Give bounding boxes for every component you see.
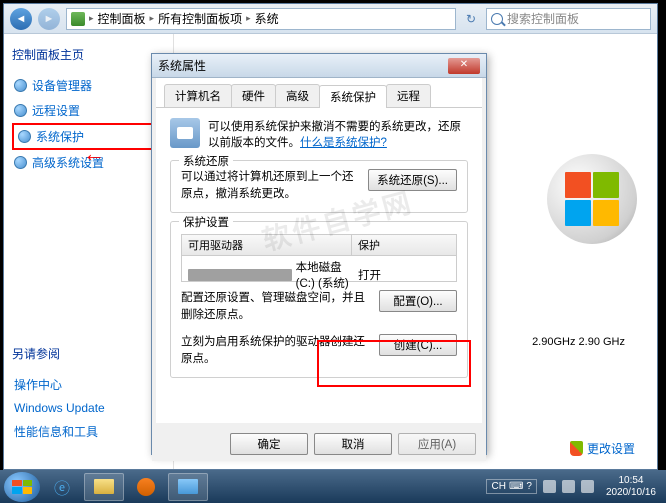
drive-row[interactable]: 本地磁盘 (C:) (系统) 打开 (182, 256, 456, 294)
what-is-link[interactable]: 什么是系统保护? (300, 137, 387, 149)
sidebar-item-device-manager[interactable]: 设备管理器 (12, 73, 165, 98)
sidebar-link-windows-update[interactable]: Windows Update (12, 397, 165, 419)
sidebar-label: Windows Update (14, 401, 105, 415)
drive-list[interactable]: 可用驱动器 保护 本地磁盘 (C:) (系统) 打开 (181, 234, 457, 282)
configure-text: 配置还原设置、管理磁盘空间，并且删除还原点。 (181, 290, 371, 325)
taskbar-explorer[interactable] (84, 473, 124, 501)
sidebar-link-action-center[interactable]: 操作中心 (12, 372, 165, 397)
cancel-button[interactable]: 取消 (314, 433, 392, 455)
sidebar-item-system-protection[interactable]: 系统保护 (12, 123, 165, 150)
keyboard-icon: ⌨ (509, 481, 523, 492)
breadcrumb[interactable]: ▸ 控制面板 ▸ 所有控制面板项 ▸ 系统 (66, 8, 456, 30)
sidebar-label: 远程设置 (32, 102, 80, 119)
create-button[interactable]: 创建(C)... (379, 334, 457, 356)
group-title: 保护设置 (179, 214, 233, 230)
time: 10:54 (606, 475, 656, 487)
col-protection: 保护 (352, 235, 386, 255)
tab-content: 可以使用系统保护来撤消不需要的系统更改，还原以前版本的文件。什么是系统保护? 系… (156, 108, 482, 423)
sidebar-label: 系统保护 (36, 128, 84, 145)
start-button[interactable] (4, 472, 40, 502)
app-icon (178, 479, 198, 494)
link-label: 更改设置 (587, 440, 635, 457)
search-placeholder: 搜索控制面板 (507, 10, 579, 27)
media-icon (137, 478, 155, 496)
shield-icon (570, 441, 583, 456)
shield-icon (14, 156, 27, 169)
apply-button[interactable]: 应用(A) (398, 433, 476, 455)
col-drive: 可用驱动器 (182, 235, 352, 255)
taskbar-media[interactable] (126, 473, 166, 501)
dialog-title: 系统属性 (158, 57, 206, 74)
ok-button[interactable]: 确定 (230, 433, 308, 455)
group-title: 系统还原 (179, 153, 233, 169)
sidebar-label: 性能信息和工具 (14, 423, 98, 440)
back-button[interactable]: ◄ (10, 8, 32, 30)
clock[interactable]: 10:54 2020/10/16 (600, 475, 662, 499)
forward-button[interactable]: ► (38, 8, 60, 30)
sidebar-item-advanced[interactable]: 高级系统设置 (12, 150, 165, 175)
tab-advanced[interactable]: 高级 (275, 84, 320, 107)
close-button[interactable]: ✕ (448, 58, 480, 74)
folder-icon (94, 479, 114, 494)
intro-text: 可以使用系统保护来撤消不需要的系统更改，还原以前版本的文件。什么是系统保护? (208, 118, 468, 150)
shield-icon (14, 79, 27, 92)
dialog-buttons: 确定 取消 应用(A) (152, 427, 486, 461)
chevron-right-icon: ▸ (89, 13, 94, 24)
taskbar: ⓔ CH ⌨? 10:54 2020/10/16 (0, 470, 666, 503)
titlebar: ◄ ► ▸ 控制面板 ▸ 所有控制面板项 ▸ 系统 ↻ 搜索控制面板 (4, 4, 657, 34)
sidebar: 控制面板主页 设备管理器 远程设置 系统保护 高级系统设置 另请参阅 操作中心 … (4, 34, 174, 469)
tab-system-protection[interactable]: 系统保护 (319, 85, 387, 108)
ie-icon: ⓔ (54, 475, 70, 499)
ime-indicator[interactable]: CH ⌨? (486, 479, 536, 494)
tab-hardware[interactable]: 硬件 (231, 84, 276, 107)
tray-network-icon[interactable] (562, 480, 575, 493)
help-icon: ? (526, 481, 532, 492)
breadcrumb-item[interactable]: 系统 (255, 10, 279, 27)
change-settings-link[interactable]: 更改设置 (570, 440, 635, 457)
chevron-right-icon: ▸ (246, 13, 251, 24)
sidebar-also-title: 另请参阅 (12, 345, 165, 362)
shield-icon (18, 130, 31, 143)
intro-section: 可以使用系统保护来撤消不需要的系统更改，还原以前版本的文件。什么是系统保护? (170, 118, 468, 150)
breadcrumb-item[interactable]: 控制面板 (98, 10, 146, 27)
protection-icon (170, 118, 200, 148)
search-input[interactable]: 搜索控制面板 (486, 8, 651, 30)
system-restore-button[interactable]: 系统还原(S)... (368, 169, 457, 191)
tray-flag-icon[interactable] (543, 480, 556, 493)
ime-label: CH (491, 481, 505, 492)
drive-list-header: 可用驱动器 保护 (182, 235, 456, 256)
system-properties-dialog: 系统属性 ✕ 计算机名 硬件 高级 系统保护 远程 可以使用系统保护来撤消不需要… (151, 53, 487, 455)
search-icon (491, 13, 503, 25)
date: 2020/10/16 (606, 487, 656, 499)
restore-text: 可以通过将计算机还原到上一个还原点，撤消系统更改。 (181, 169, 360, 204)
cpu-speed: 2.90GHz 2.90 GHz (532, 336, 625, 348)
tab-bar: 计算机名 硬件 高级 系统保护 远程 (156, 78, 482, 108)
chevron-right-icon: ▸ (150, 13, 155, 24)
sidebar-link-performance[interactable]: 性能信息和工具 (12, 419, 165, 444)
protection-settings-group: 保护设置 可用驱动器 保护 本地磁盘 (C:) (系统) 打开 配置还原设置、管… (170, 221, 468, 378)
system-tray: CH ⌨? 10:54 2020/10/16 (486, 475, 662, 499)
tray-volume-icon[interactable] (581, 480, 594, 493)
tab-remote[interactable]: 远程 (386, 84, 431, 107)
taskbar-app[interactable] (168, 473, 208, 501)
dialog-titlebar: 系统属性 ✕ (152, 54, 486, 78)
sidebar-label: 设备管理器 (32, 77, 92, 94)
refresh-button[interactable]: ↻ (462, 12, 480, 26)
breadcrumb-item[interactable]: 所有控制面板项 (158, 10, 242, 27)
sidebar-label: 操作中心 (14, 376, 62, 393)
taskbar-ie[interactable]: ⓔ (42, 473, 82, 501)
drive-status: 打开 (358, 267, 381, 283)
create-text: 立刻为启用系统保护的驱动器创建还原点。 (181, 334, 371, 369)
tab-computer-name[interactable]: 计算机名 (164, 84, 232, 107)
system-restore-group: 系统还原 可以通过将计算机还原到上一个还原点，撤消系统更改。 系统还原(S)..… (170, 160, 468, 213)
drive-icon (188, 269, 292, 281)
sidebar-label: 高级系统设置 (32, 154, 104, 171)
configure-button[interactable]: 配置(O)... (379, 290, 457, 312)
control-panel-icon (71, 12, 85, 26)
shield-icon (14, 104, 27, 117)
sidebar-title: 控制面板主页 (12, 46, 165, 63)
sidebar-item-remote[interactable]: 远程设置 (12, 98, 165, 123)
drive-name: 本地磁盘 (C:) (系统) (296, 259, 358, 291)
windows-logo-icon (547, 154, 637, 244)
